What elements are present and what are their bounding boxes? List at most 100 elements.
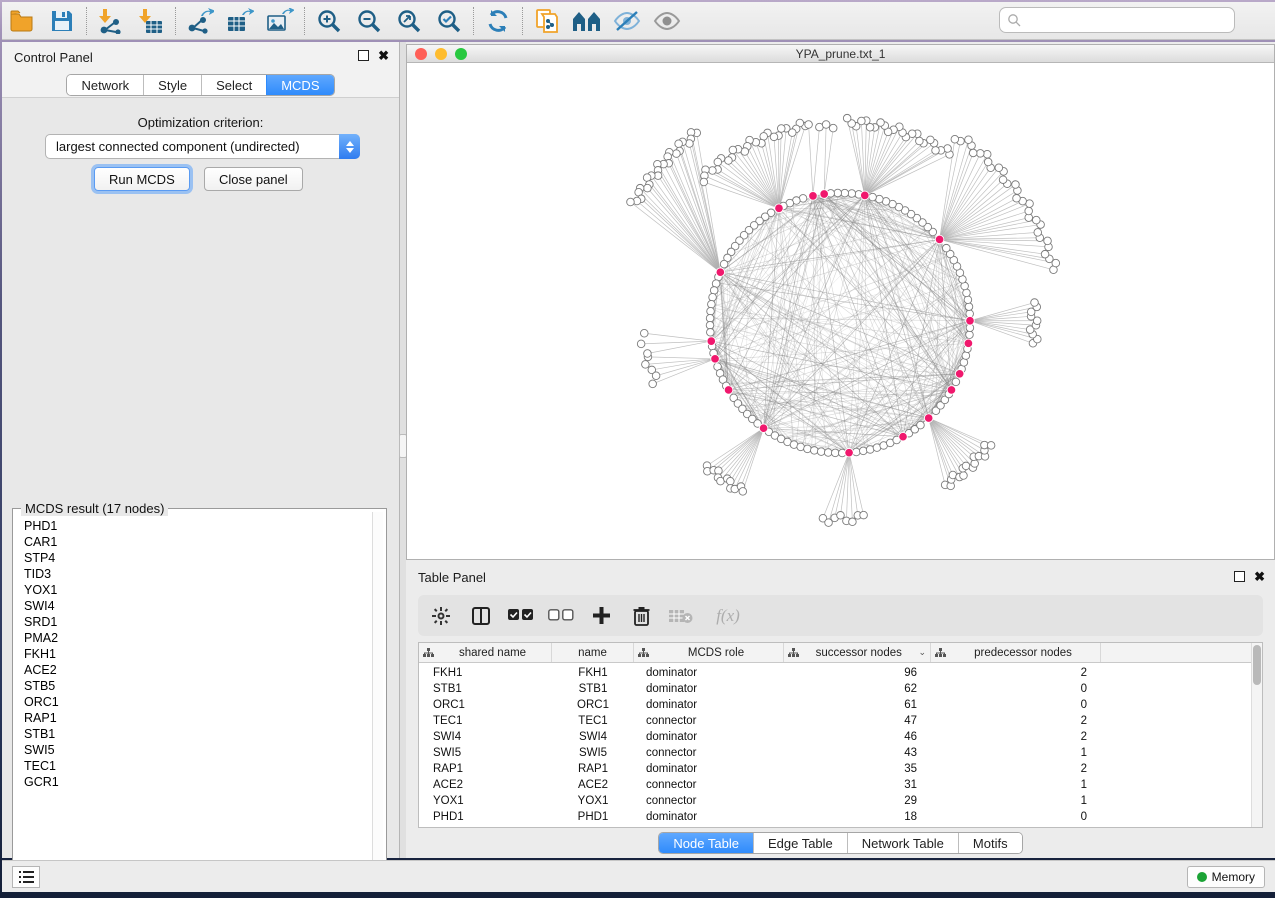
graph-node[interactable] — [824, 449, 832, 457]
graph-node[interactable] — [804, 445, 812, 453]
tab-select[interactable]: Select — [201, 75, 266, 95]
table-row[interactable]: STB1STB1dominator620 — [419, 681, 1251, 697]
table-row[interactable]: SWI5SWI5connector431 — [419, 745, 1251, 761]
mcds-result-item[interactable]: ACE2 — [24, 662, 372, 678]
graph-node[interactable] — [1034, 229, 1042, 237]
table-tab-node-table[interactable]: Node Table — [659, 833, 753, 853]
mcds-result-item[interactable]: RAP1 — [24, 710, 372, 726]
mcds-result-item[interactable]: PHD1 — [24, 518, 372, 534]
graph-node[interactable] — [739, 488, 747, 496]
graph-node[interactable] — [1041, 250, 1049, 258]
graph-node[interactable] — [837, 511, 845, 519]
graph-node[interactable] — [962, 352, 970, 360]
graph-node[interactable] — [966, 331, 974, 339]
column-header-predecessor-nodes[interactable]: predecessor nodes — [931, 643, 1101, 662]
mcds-result-item[interactable]: FKH1 — [24, 646, 372, 662]
graph-node[interactable] — [831, 449, 839, 457]
mcds-node[interactable] — [845, 448, 854, 457]
mcds-node[interactable] — [711, 355, 720, 364]
task-history-button[interactable] — [12, 866, 40, 888]
import-network-icon[interactable] — [91, 4, 131, 38]
save-session-icon[interactable] — [42, 4, 82, 38]
table-tab-motifs[interactable]: Motifs — [958, 833, 1022, 853]
graph-node[interactable] — [637, 340, 645, 348]
graph-node[interactable] — [649, 380, 657, 388]
graph-node[interactable] — [640, 329, 648, 337]
zoom-selected-icon[interactable] — [429, 4, 469, 38]
graph-node[interactable] — [1012, 181, 1020, 189]
mcds-node[interactable] — [809, 192, 818, 201]
graph-node[interactable] — [709, 293, 717, 301]
column-header-successor-nodes[interactable]: successor nodes⌄ — [784, 643, 931, 662]
graph-node[interactable] — [965, 303, 973, 311]
graph-node[interactable] — [700, 178, 708, 186]
mcds-node[interactable] — [724, 386, 733, 395]
mcds-result-item[interactable]: STP4 — [24, 550, 372, 566]
graph-node[interactable] — [927, 136, 935, 144]
graph-node[interactable] — [720, 260, 728, 268]
tab-mcds[interactable]: MCDS — [266, 75, 333, 95]
graph-node[interactable] — [805, 121, 813, 129]
graph-node[interactable] — [1032, 216, 1040, 224]
graph-node[interactable] — [729, 146, 737, 154]
graph-node[interactable] — [943, 244, 951, 252]
mcds-result-item[interactable]: STB5 — [24, 678, 372, 694]
close-table-panel-icon[interactable]: ✖ — [1254, 571, 1265, 582]
mcds-result-item[interactable]: GCR1 — [24, 774, 372, 790]
graph-node[interactable] — [708, 300, 716, 308]
mcds-node[interactable] — [964, 339, 973, 348]
memory-button[interactable]: Memory — [1187, 866, 1265, 888]
mcds-result-item[interactable]: STB1 — [24, 726, 372, 742]
graph-node[interactable] — [987, 442, 995, 450]
graph-node[interactable] — [1026, 200, 1034, 208]
mcds-list-scrollbar[interactable] — [372, 512, 383, 879]
add-column-icon[interactable] — [588, 603, 614, 629]
graph-node[interactable] — [707, 307, 715, 315]
first-neighbors-icon[interactable] — [567, 4, 607, 38]
mcds-result-item[interactable]: TEC1 — [24, 758, 372, 774]
float-panel-icon[interactable] — [358, 50, 369, 61]
graph-node[interactable] — [627, 198, 635, 206]
zoom-fit-icon[interactable] — [389, 4, 429, 38]
table-row[interactable]: FKH1FKH1dominator962 — [419, 665, 1251, 681]
graph-node[interactable] — [965, 136, 973, 144]
search-box[interactable] — [999, 7, 1235, 33]
mcds-node[interactable] — [935, 235, 944, 244]
mcds-node[interactable] — [899, 432, 908, 441]
network-canvas[interactable] — [407, 63, 1274, 559]
table-scrollbar[interactable] — [1251, 643, 1262, 827]
close-panel-icon[interactable]: ✖ — [378, 50, 389, 61]
tab-network[interactable]: Network — [67, 75, 143, 95]
graph-node[interactable] — [710, 287, 718, 295]
mcds-result-list[interactable]: PHD1CAR1STP4TID3YOX1SWI4SRD1PMA2FKH1ACE2… — [16, 512, 372, 877]
zoom-in-icon[interactable] — [309, 4, 349, 38]
close-panel-button[interactable]: Close panel — [204, 167, 303, 191]
graph-node[interactable] — [675, 140, 683, 148]
graph-node[interactable] — [822, 121, 830, 129]
graph-node[interactable] — [715, 467, 723, 475]
graph-node[interactable] — [916, 137, 924, 145]
mcds-result-item[interactable]: CAR1 — [24, 534, 372, 550]
column-header-name[interactable]: name — [552, 643, 634, 662]
zoom-out-icon[interactable] — [349, 4, 389, 38]
graph-node[interactable] — [951, 135, 959, 143]
mcds-result-item[interactable]: YOX1 — [24, 582, 372, 598]
graph-node[interactable] — [952, 378, 960, 386]
graph-node[interactable] — [810, 447, 818, 455]
graph-node[interactable] — [960, 472, 968, 480]
graph-node[interactable] — [999, 176, 1007, 184]
mcds-result-item[interactable]: PMA2 — [24, 630, 372, 646]
mcds-node[interactable] — [775, 204, 784, 213]
graph-node[interactable] — [969, 149, 977, 157]
graph-node[interactable] — [834, 189, 842, 197]
graph-node[interactable] — [984, 158, 992, 166]
graph-node[interactable] — [964, 296, 972, 304]
graph-node[interactable] — [1013, 194, 1021, 202]
graph-node[interactable] — [709, 167, 717, 175]
graph-node[interactable] — [849, 518, 857, 526]
mcds-node[interactable] — [861, 191, 870, 200]
graph-node[interactable] — [673, 150, 681, 158]
graph-node[interactable] — [1044, 237, 1052, 245]
graph-node[interactable] — [829, 124, 837, 132]
graph-node[interactable] — [706, 321, 714, 329]
